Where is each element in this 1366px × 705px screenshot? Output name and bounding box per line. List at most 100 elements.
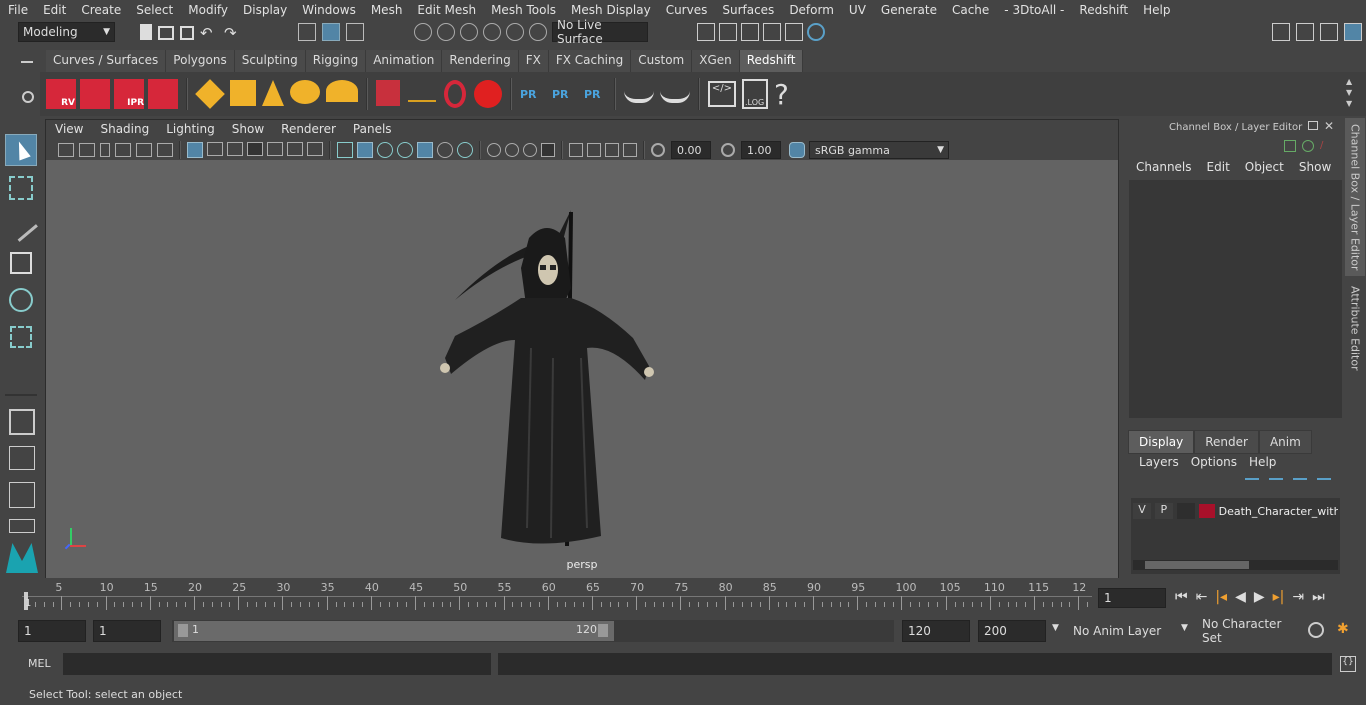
area-light-icon[interactable] <box>195 79 225 109</box>
snap-point-icon[interactable] <box>460 23 478 41</box>
channel-box-toggle-icon[interactable] <box>1344 23 1362 41</box>
tab-channel-box[interactable]: Channel Box / Layer Editor <box>1345 118 1365 276</box>
new-scene-icon[interactable] <box>140 24 152 40</box>
live-surface-field[interactable]: No Live Surface <box>552 18 648 46</box>
redshift-settings-icon[interactable] <box>148 79 178 109</box>
modeling-toolkit-icon[interactable] <box>1272 23 1290 41</box>
select-object-icon[interactable] <box>322 23 340 41</box>
viewport-menu-lighting[interactable]: Lighting <box>157 122 223 136</box>
move-tool-icon[interactable] <box>10 252 32 274</box>
shelf-tab-rendering[interactable]: Rendering <box>442 50 519 72</box>
camera-attributes-icon[interactable] <box>79 143 95 157</box>
script-editor-icon[interactable]: </> <box>708 81 736 107</box>
play-backward-icon[interactable]: ◀ <box>1235 589 1246 605</box>
menu-generate[interactable]: Generate <box>873 3 944 17</box>
auto-key-icon[interactable] <box>1308 622 1324 638</box>
undo-icon[interactable]: ↶ <box>200 24 218 42</box>
help-icon[interactable]: ? <box>774 78 796 111</box>
render-frame-icon[interactable] <box>719 23 737 41</box>
proxy-cube-icon[interactable] <box>376 80 400 106</box>
menu-mesh[interactable]: Mesh <box>363 3 410 17</box>
viewport-menu-panels[interactable]: Panels <box>344 122 400 136</box>
mode-selector[interactable]: Modeling ▼ <box>18 22 115 42</box>
select-component-icon[interactable] <box>346 23 364 41</box>
select-tool-icon[interactable] <box>5 134 37 166</box>
step-back-frame-icon[interactable]: |◂ <box>1215 589 1227 605</box>
render-settings-icon[interactable] <box>763 23 781 41</box>
layer-tab-display[interactable]: Display <box>1128 430 1195 454</box>
depth-of-field-icon[interactable] <box>541 143 555 157</box>
graph-layout-icon[interactable] <box>9 519 35 533</box>
redo-icon[interactable]: ↷ <box>224 24 242 42</box>
move-layer-up-icon[interactable] <box>1245 478 1259 488</box>
layer-display-type[interactable] <box>1176 503 1195 519</box>
range-slider-handle[interactable]: 1 120 <box>174 621 614 641</box>
mel-input[interactable] <box>63 653 491 675</box>
character-set-dropdown[interactable]: No Character Set <box>1197 617 1297 645</box>
hyperbolic-icon[interactable]: / <box>1320 140 1332 152</box>
menu-edit[interactable]: Edit <box>35 3 73 17</box>
bake-sets-icon[interactable] <box>660 85 690 103</box>
channel-box-menu-show[interactable]: Show <box>1291 160 1338 178</box>
frame-all-icon[interactable] <box>623 143 637 157</box>
layer-scrollbar[interactable] <box>1133 560 1338 570</box>
menu-cache[interactable]: Cache <box>944 3 996 17</box>
render-sequence-icon[interactable] <box>80 79 110 109</box>
shelf-tab-fx-caching[interactable]: FX Caching <box>548 50 632 72</box>
step-forward-frame-icon[interactable]: ▸| <box>1273 589 1285 605</box>
scene-start-field[interactable]: 1 <box>18 620 86 642</box>
channel-box-menu-channels[interactable]: Channels <box>1128 160 1199 178</box>
dome-light-icon[interactable] <box>290 80 320 104</box>
shelf-tab-rigging[interactable]: Rigging <box>305 50 367 72</box>
2d-pan-zoom-icon[interactable] <box>136 143 152 157</box>
hair-icon[interactable] <box>408 80 436 102</box>
range-slider[interactable]: 1 120 <box>172 620 894 642</box>
time-slider[interactable]: 5 10 15 20 25 30 35 40 45 50 55 60 65 70 75 80 85 90 95 100… <box>22 580 1092 612</box>
shelf-tab-redshift[interactable]: Redshift <box>739 50 804 72</box>
viewport-3d-canvas[interactable]: persp <box>46 160 1118 578</box>
paint-select-tool-icon[interactable] <box>4 208 38 242</box>
four-pane-layout-icon[interactable] <box>9 446 35 470</box>
tool-settings-toggle-icon[interactable] <box>1320 23 1338 41</box>
snap-view-plane-icon[interactable] <box>483 23 501 41</box>
menu-mesh-tools[interactable]: Mesh Tools <box>483 3 563 17</box>
menu-curves[interactable]: Curves <box>658 3 715 17</box>
use-lights-icon[interactable] <box>437 142 453 158</box>
textured-icon[interactable] <box>397 142 413 158</box>
script-editor-button-icon[interactable]: {} <box>1340 656 1356 672</box>
menu-deform[interactable]: Deform <box>781 3 841 17</box>
bake-icon[interactable] <box>624 85 654 103</box>
shadows-icon[interactable] <box>457 142 473 158</box>
open-scene-icon[interactable] <box>158 26 174 40</box>
tab-attribute-editor[interactable]: Attribute Editor <box>1345 280 1365 376</box>
mel-label[interactable]: MEL <box>28 657 51 670</box>
shelf-tab-polygons[interactable]: Polygons <box>166 50 235 72</box>
go-to-end-icon[interactable]: ⏭ <box>1312 589 1325 605</box>
gate-mask-icon[interactable] <box>247 142 263 156</box>
menu-file[interactable]: File <box>0 3 35 17</box>
layer-tab-render[interactable]: Render <box>1194 430 1259 454</box>
color-management-icon[interactable] <box>789 142 805 158</box>
menu-surfaces[interactable]: Surfaces <box>714 3 781 17</box>
camera-select-icon[interactable] <box>58 143 74 157</box>
snap-live-icon[interactable] <box>506 23 524 41</box>
xray-active-icon[interactable] <box>605 143 619 157</box>
grease-pencil-icon[interactable] <box>157 143 173 157</box>
ipr-render-icon[interactable] <box>741 23 759 41</box>
film-gate-icon[interactable] <box>207 142 223 156</box>
exposure-field[interactable]: 0.00 <box>671 141 711 159</box>
char-set-chevron-icon[interactable]: ▼ <box>1181 623 1188 633</box>
gamma-icon[interactable] <box>721 143 735 157</box>
layer-row[interactable]: V P Death_Character_with_ <box>1133 501 1338 521</box>
image-plane-icon[interactable] <box>115 143 131 157</box>
shelf-menu-icon[interactable] <box>21 61 33 63</box>
render-ipr-icon[interactable]: IPR <box>114 79 144 109</box>
xray-toggle-icon[interactable] <box>417 142 433 158</box>
move-layer-down-icon[interactable] <box>1269 478 1283 488</box>
shelf-tab-animation[interactable]: Animation <box>366 50 443 72</box>
render-view-rv-icon[interactable]: RV <box>46 79 76 109</box>
sun-sky-icon[interactable] <box>326 80 358 102</box>
wireframe-icon[interactable] <box>337 142 353 158</box>
layer-color-swatch[interactable] <box>1198 504 1215 518</box>
playback-end-field[interactable]: 120 <box>902 620 970 642</box>
